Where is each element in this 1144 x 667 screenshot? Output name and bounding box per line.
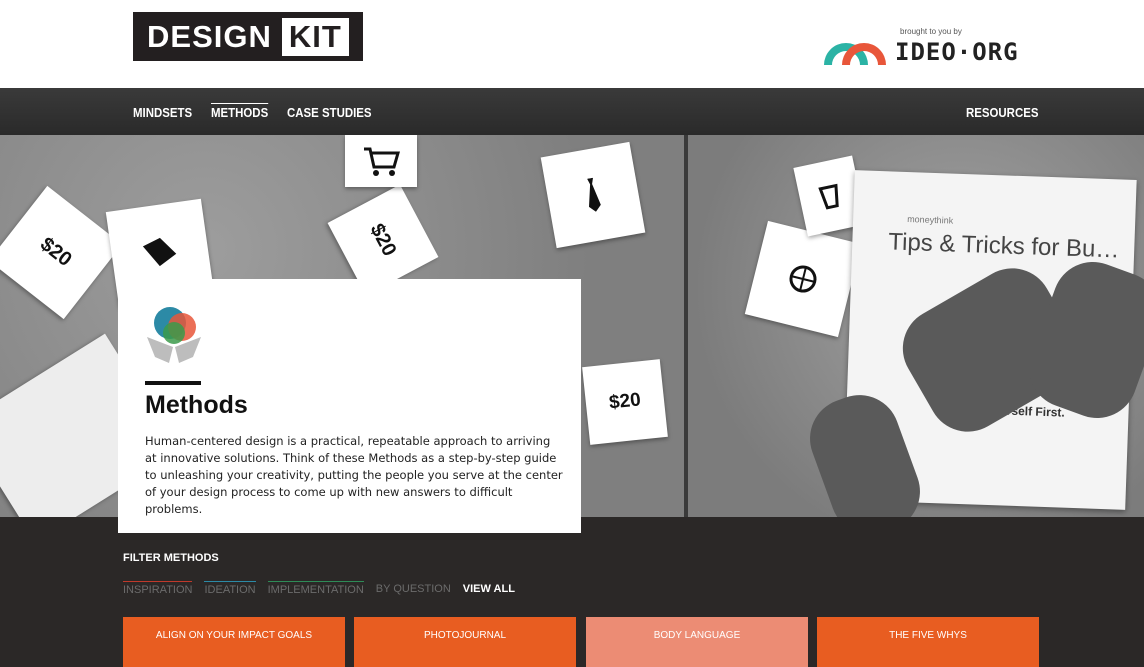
drink-icon: [818, 183, 839, 210]
ideo-org-logo[interactable]: IDEO·ORG: [895, 38, 1019, 66]
methods-description: Human-centered design is a practical, re…: [145, 434, 563, 516]
poster-brand: moneythink: [906, 214, 954, 226]
nav-methods[interactable]: METHODS: [211, 103, 269, 120]
main-nav: MINDSETS METHODS CASE STUDIES RESOURCES: [0, 88, 1144, 135]
method-tile[interactable]: PHOTOJOURNAL: [354, 617, 576, 667]
book-icon: [142, 237, 177, 267]
photo-divider: [684, 135, 688, 517]
methods-intro-card: Methods Human-centered design is a pract…: [118, 279, 581, 533]
method-tile[interactable]: BODY LANGUAGE: [586, 617, 808, 667]
nav-resources[interactable]: RESOURCES: [966, 105, 1038, 120]
tie-icon: [587, 177, 601, 212]
tie-card: [540, 141, 646, 249]
brought-to-you-by: brought to you by: [900, 27, 962, 36]
filter-inspiration[interactable]: INSPIRATION: [123, 581, 193, 596]
nav-case-studies[interactable]: CASE STUDIES: [287, 105, 372, 120]
ideo-org-arc-icon: [824, 43, 886, 65]
filter-by-question[interactable]: BY QUESTION: [376, 581, 451, 596]
method-filters: INSPIRATION IDEATION IMPLEMENTATION BY Q…: [123, 581, 515, 596]
title-rule: [145, 381, 201, 385]
filter-view-all[interactable]: VIEW ALL: [463, 581, 515, 596]
nav-mindsets[interactable]: MINDSETS: [133, 105, 192, 120]
method-tile[interactable]: THE FIVE WHYS: [817, 617, 1039, 667]
logo-word-kit: KIT: [281, 17, 349, 56]
basketball-icon: [789, 265, 817, 293]
page-title: Methods: [145, 391, 248, 419]
shopping-cart-icon: [364, 147, 400, 176]
money-card-upside: $20: [582, 359, 668, 445]
design-kit-logo[interactable]: DESIGN KIT: [133, 12, 363, 61]
site-header: DESIGN KIT brought to you by IDEO·ORG: [0, 0, 1144, 88]
filter-methods-heading: FILTER METHODS: [123, 552, 219, 564]
method-tile[interactable]: ALIGN ON YOUR IMPACT GOALS: [123, 617, 345, 667]
filter-ideation[interactable]: IDEATION: [204, 581, 256, 596]
cart-card: [345, 135, 417, 187]
methods-hands-icon: [147, 307, 201, 363]
logo-word-design: DESIGN: [147, 18, 272, 54]
poster-title: Tips & Tricks for Bu…: [887, 228, 1120, 264]
filter-implementation[interactable]: IMPLEMENTATION: [267, 581, 364, 596]
